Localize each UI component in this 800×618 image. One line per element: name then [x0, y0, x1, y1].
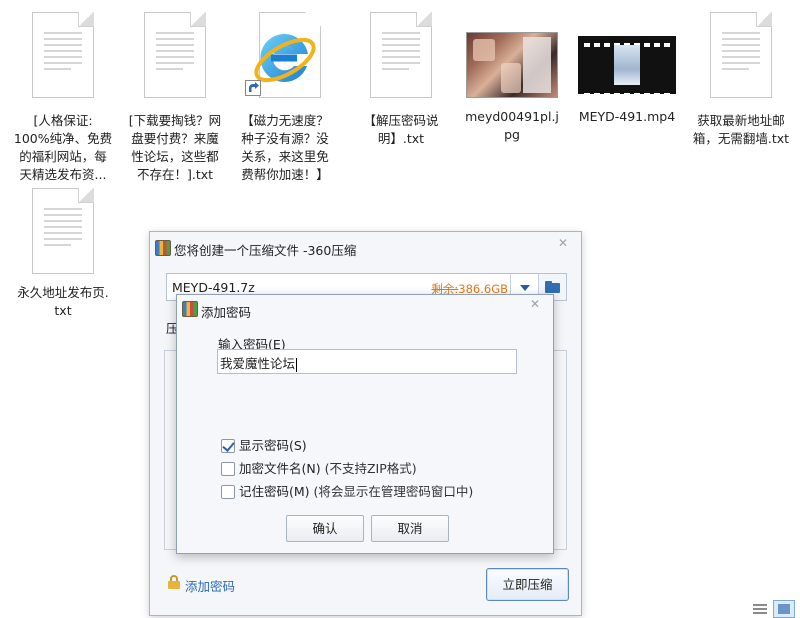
- file-name: 【解压密码说 明】.txt: [363, 113, 439, 146]
- dialog-title: 添加密码: [201, 305, 252, 320]
- add-password-dialog: 添加密码 ✕ 输入密码(E) 我爱魔性论坛 显示密码(S) 加密文件名(N) (…: [176, 294, 554, 554]
- checkbox-label: 记住密码(M): [239, 484, 310, 499]
- close-icon[interactable]: ✕: [555, 236, 571, 250]
- file-name: meyd00491pl.j pg: [465, 109, 559, 142]
- file-item-xiazai[interactable]: [下载要掏钱？网 盘要付费？来魔 性论坛，这些都 不存在！].txt: [123, 12, 227, 184]
- details-view-icon[interactable]: [753, 604, 767, 616]
- ok-button[interactable]: 确认: [286, 515, 364, 542]
- shortcut-arrow-icon: [245, 80, 261, 96]
- video-thumbnail: [578, 36, 676, 111]
- checkbox-note: (将会显示在管理密码窗口中): [309, 484, 474, 499]
- compress-now-button[interactable]: 立即压缩: [486, 568, 569, 601]
- file-name: [人格保证: 100%纯净、免费 的福利网站，每 天精选发布资...: [13, 113, 113, 182]
- internet-explorer-shortcut-icon: [245, 12, 325, 98]
- password-input[interactable]: [217, 349, 517, 374]
- add-password-label: 添加密码: [185, 579, 236, 594]
- file-item-cili-shortcut[interactable]: 【磁力无速度？ 种子没有源？没 关系，来这里免 费帮你加速！】: [233, 12, 337, 184]
- text-file-icon: [710, 12, 772, 98]
- text-file-icon: [32, 12, 94, 98]
- file-name: 永久地址发布页. txt: [17, 285, 109, 318]
- add-password-link[interactable]: 添加密码: [168, 575, 236, 595]
- file-name: 【磁力无速度？ 种子没有源？没 关系，来这里免 费帮你加速！】: [241, 113, 329, 182]
- file-name: [下载要掏钱？网 盘要付费？来魔 性论坛，这些都 不存在！].txt: [128, 113, 222, 182]
- show-password-checkbox[interactable]: 显示密码(S): [221, 438, 307, 454]
- checkbox-unchecked-icon: [221, 462, 235, 476]
- checkbox-label: 加密文件名(N): [239, 461, 321, 476]
- text-file-icon: [144, 12, 206, 98]
- remember-password-checkbox[interactable]: 记住密码(M) (将会显示在管理密码窗口中): [221, 484, 473, 500]
- dialog-titlebar[interactable]: 您将创建一个压缩文件 -360压缩 ✕: [150, 232, 581, 262]
- file-item-jieya-mima[interactable]: 【解压密码说 明】.txt: [349, 12, 453, 148]
- checkbox-unchecked-icon: [221, 485, 235, 499]
- close-icon[interactable]: ✕: [527, 297, 543, 311]
- checkbox-checked-icon: [221, 439, 235, 453]
- checkbox-note: (不支持ZIP格式): [320, 461, 417, 476]
- archive-path-value[interactable]: MEYD-491.7z: [172, 280, 255, 295]
- desktop: [人格保证: 100%纯净、免费 的福利网站，每 天精选发布资... [下载要掏…: [0, 0, 800, 618]
- text-file-icon: [370, 12, 432, 98]
- 360-zip-icon: [155, 240, 171, 256]
- file-item-mp4[interactable]: MEYD-491.mp4: [575, 22, 679, 126]
- dialog-title: 您将创建一个压缩文件 -360压缩: [174, 243, 357, 258]
- image-thumbnail: [466, 32, 558, 98]
- text-file-icon: [32, 188, 94, 274]
- lock-icon: [168, 575, 180, 589]
- file-item-youxiang[interactable]: 获取最新地址邮 箱，无需翻墙.txt: [689, 12, 793, 148]
- file-item-renge-baozheng[interactable]: [人格保证: 100%纯净、免费 的福利网站，每 天精选发布资...: [11, 12, 115, 184]
- file-item-jpg[interactable]: meyd00491pl.j pg: [460, 22, 564, 144]
- large-icons-view-icon[interactable]: [773, 600, 795, 618]
- checkbox-label: 显示密码(S): [239, 438, 307, 453]
- file-name: 获取最新地址邮 箱，无需翻墙.txt: [692, 113, 790, 146]
- cancel-button[interactable]: 取消: [371, 515, 449, 542]
- 360-zip-icon: [182, 301, 198, 317]
- file-item-yongjiu-dizhi[interactable]: 永久地址发布页. txt: [11, 188, 115, 320]
- encrypt-filenames-checkbox[interactable]: 加密文件名(N) (不支持ZIP格式): [221, 461, 417, 477]
